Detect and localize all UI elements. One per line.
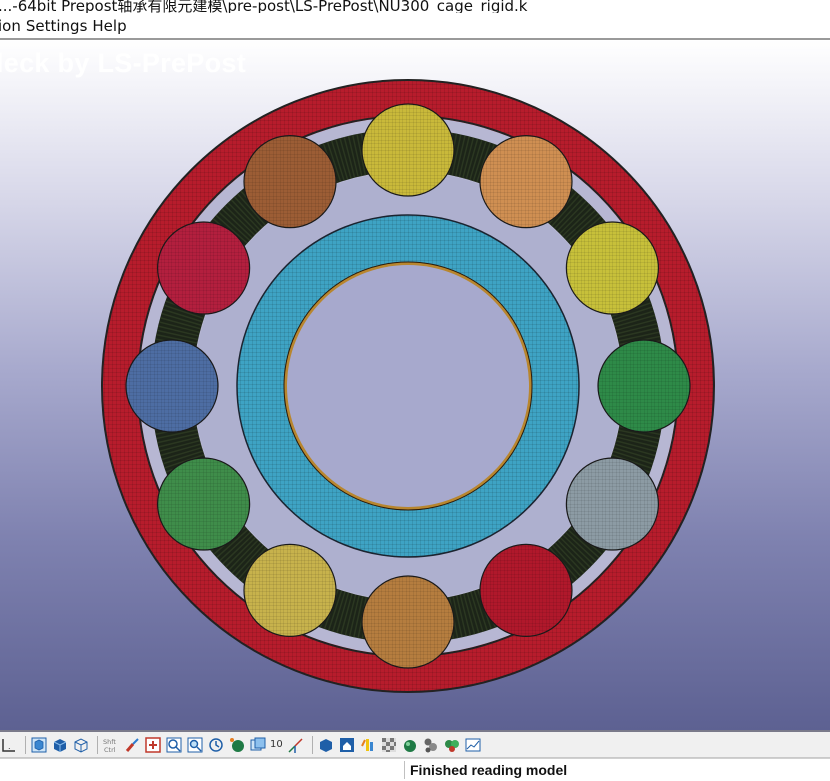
zoom-in-icon[interactable] xyxy=(165,736,183,754)
window-title: ...-64bit Prepost轴承有限元建模\pre-post\LS-Pre… xyxy=(0,0,528,13)
roller-crimson-left-upper[interactable] xyxy=(157,221,251,315)
add-box-icon[interactable] xyxy=(144,736,162,754)
toolbar-separator xyxy=(97,735,98,754)
copy-view-icon[interactable] xyxy=(249,736,267,754)
svg-text:.: . xyxy=(8,742,11,751)
roller-blue-left[interactable] xyxy=(125,339,219,433)
svg-text:Shft: Shft xyxy=(103,738,116,746)
fringe-icon[interactable] xyxy=(359,736,377,754)
graphics-viewport[interactable]: leck by LS-PrePost xyxy=(0,40,830,730)
status-message: Finished reading model xyxy=(410,762,568,778)
roller-yellow-lower-left[interactable] xyxy=(243,543,337,637)
home-icon[interactable] xyxy=(338,736,356,754)
cube-view-icon[interactable] xyxy=(317,736,335,754)
watermark-text: leck by LS-PrePost xyxy=(0,48,246,78)
roller-green-left-lower[interactable] xyxy=(157,457,251,551)
roller-yellow-top[interactable] xyxy=(361,103,455,197)
roller-tan-upper-right[interactable] xyxy=(479,135,573,229)
settings-gears-icon[interactable] xyxy=(422,736,440,754)
bottom-toolbar: . Shft Ctrl 10 xyxy=(0,732,830,758)
shaft-bore xyxy=(287,265,529,507)
inner-ring[interactable] xyxy=(236,214,580,558)
toolbar-separator xyxy=(311,735,313,754)
paint-brush-icon[interactable] xyxy=(123,736,141,754)
view-axis-icon[interactable]: . xyxy=(0,736,18,754)
sphere-icon[interactable] xyxy=(228,736,246,754)
roller-grey-right-lower[interactable] xyxy=(565,457,659,551)
bearing-fe-model[interactable] xyxy=(0,40,830,730)
roller-tan-bottom[interactable] xyxy=(361,575,455,669)
roller-red-lower-right[interactable] xyxy=(479,543,573,637)
menu-item-settings[interactable]: Settings xyxy=(26,17,93,35)
roller-brown-upper-left[interactable] xyxy=(243,135,337,229)
window-title-bar: ...-64bit Prepost轴承有限元建模\pre-post\LS-Pre… xyxy=(0,0,830,13)
roller-green-right[interactable] xyxy=(597,339,691,433)
status-pane-left xyxy=(0,761,405,779)
wireframe-cube-icon[interactable] xyxy=(72,736,90,754)
plot-window-icon[interactable] xyxy=(464,736,482,754)
shaded-cube-icon[interactable] xyxy=(51,736,69,754)
menu-bar: ion Settings Help xyxy=(0,13,830,38)
axis-triad-icon[interactable] xyxy=(287,736,305,754)
rotate-icon[interactable] xyxy=(207,736,225,754)
shift-ctrl-icon[interactable]: Shft Ctrl xyxy=(102,736,120,754)
status-bar: Finished reading model xyxy=(0,758,830,781)
menu-item-option[interactable]: ion xyxy=(0,17,26,35)
checker-icon[interactable] xyxy=(380,736,398,754)
multi-gear-icon[interactable] xyxy=(443,736,461,754)
toolbar-separator xyxy=(25,735,26,754)
roller-yellow-right-upper[interactable] xyxy=(565,221,659,315)
menu-item-help[interactable]: Help xyxy=(92,17,131,35)
svg-text:Ctrl: Ctrl xyxy=(104,746,116,754)
solid-cube-icon[interactable] xyxy=(30,736,48,754)
ball-icon[interactable] xyxy=(401,736,419,754)
view-count-label[interactable]: 10 xyxy=(270,739,283,750)
zoom-box-icon[interactable] xyxy=(186,736,204,754)
